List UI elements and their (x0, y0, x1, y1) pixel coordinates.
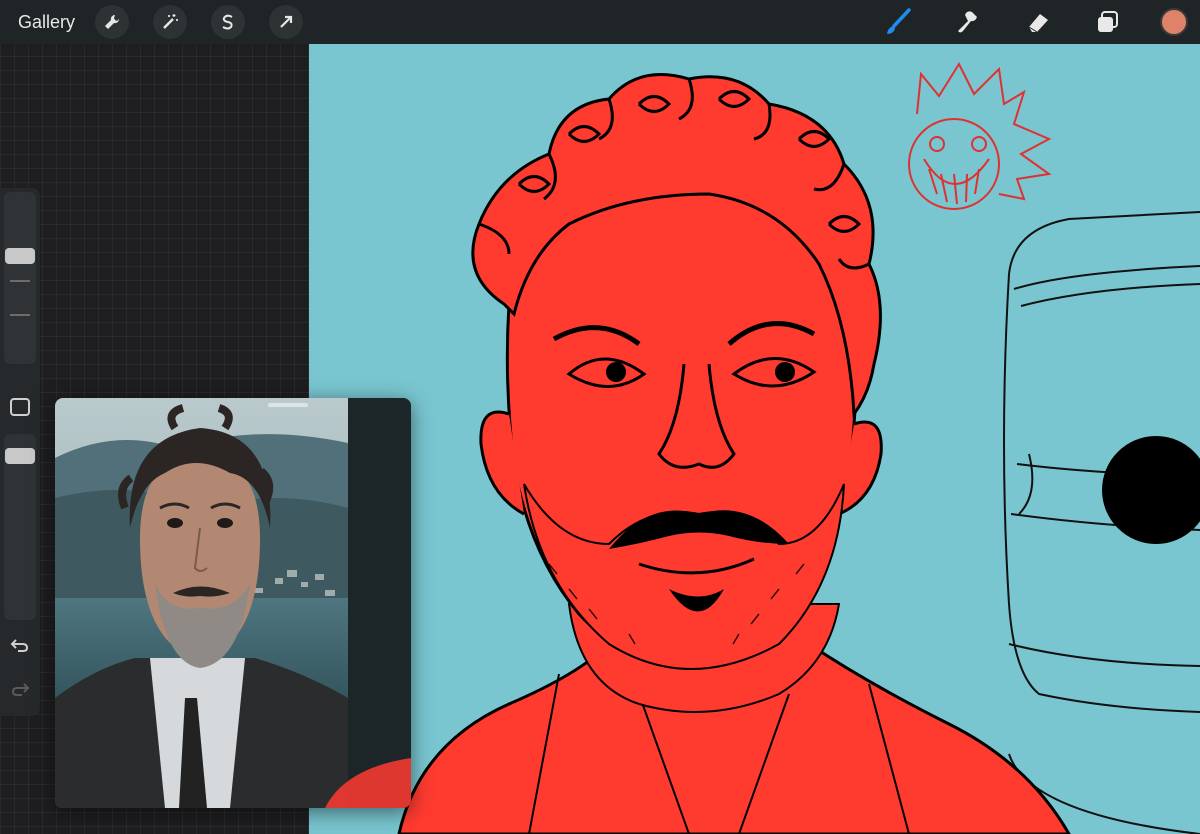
eraser-tool[interactable] (1022, 6, 1054, 38)
actions-button[interactable] (95, 5, 130, 39)
wrench-icon (105, 14, 120, 29)
magic-wand-icon (163, 14, 179, 29)
transform-button[interactable] (269, 5, 304, 39)
reference-window[interactable] (55, 398, 411, 808)
gallery-button[interactable]: Gallery (18, 12, 75, 33)
modify-button[interactable] (10, 398, 30, 416)
size-tick (10, 280, 30, 282)
reference-photo (55, 398, 411, 808)
procreate-app: Gallery (0, 0, 1200, 834)
left-sidebar (0, 188, 40, 716)
brush-opacity-slider[interactable] (4, 434, 36, 620)
eraser-icon (1028, 14, 1048, 33)
layers-tool[interactable] (1092, 6, 1124, 38)
arrow-cursor-icon (280, 15, 293, 28)
undo-icon (10, 639, 29, 652)
brush-icon (887, 8, 911, 34)
undo-button[interactable] (8, 636, 32, 656)
layers-icon (1098, 11, 1118, 32)
brush-tool[interactable] (882, 6, 914, 38)
drawing-canvas[interactable] (309, 44, 1200, 834)
brush-size-slider[interactable] (4, 192, 36, 364)
adjustments-button[interactable] (153, 5, 188, 39)
smudge-tool[interactable] (952, 6, 984, 38)
brush-opacity-handle[interactable] (5, 448, 35, 464)
brush-size-handle[interactable] (5, 248, 35, 264)
redo-icon (11, 683, 30, 696)
redo-button[interactable] (8, 680, 32, 700)
reference-grab-handle[interactable] (268, 403, 308, 407)
current-color-swatch[interactable] (1160, 8, 1188, 36)
smudge-icon (958, 11, 977, 33)
top-toolbar: Gallery (0, 0, 1200, 44)
size-tick (10, 314, 30, 316)
right-toolset (844, 0, 1200, 44)
selection-button[interactable] (211, 5, 246, 39)
selection-icon (222, 14, 233, 30)
